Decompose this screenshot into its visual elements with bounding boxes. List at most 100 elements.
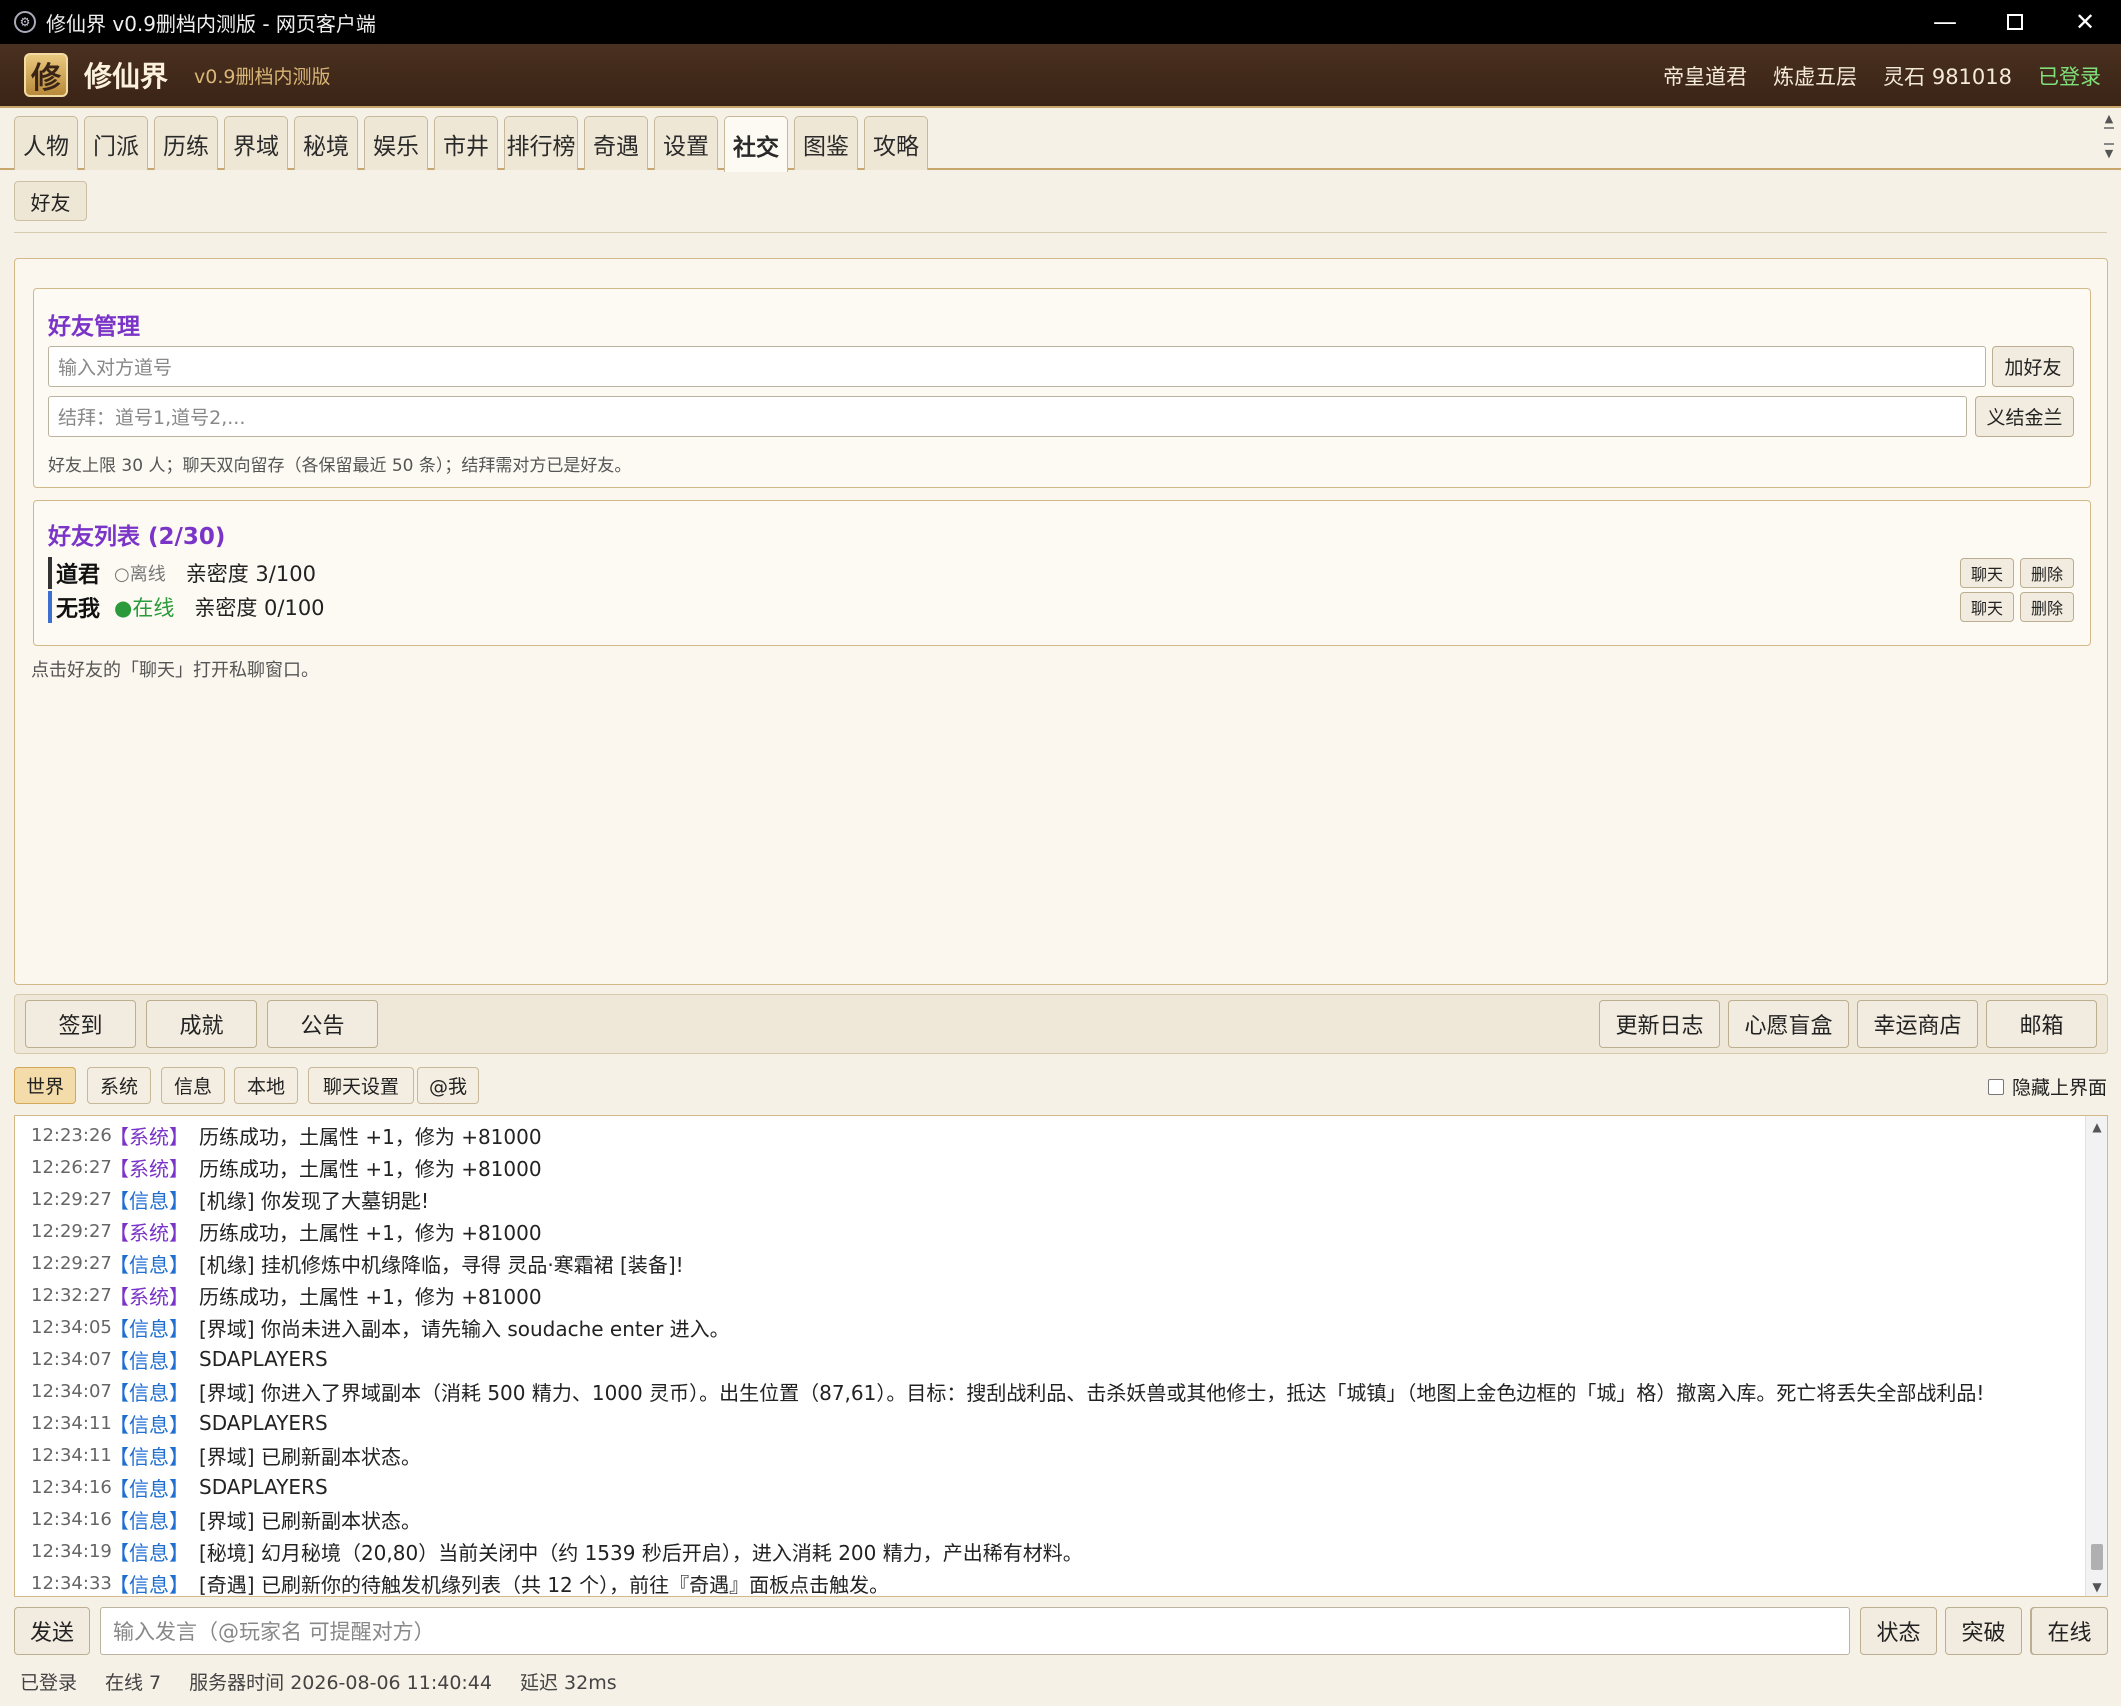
chat-tab-info[interactable]: 信息 — [161, 1067, 225, 1104]
chat-line: 12:29:27 【信息】 [机缘] 你发现了大墓钥匙! — [31, 1184, 429, 1214]
chat-tab-world[interactable]: 世界 — [14, 1067, 76, 1104]
chat-message: SDAPLAYERS — [199, 1411, 328, 1435]
chat-message: [机缘] 你发现了大墓钥匙! — [199, 1188, 429, 1213]
chat-button[interactable]: 聊天 — [1960, 592, 2014, 622]
chat-input[interactable]: 输入发言（@玩家名 可提醒对方） — [100, 1607, 1850, 1655]
chat-line: 12:34:16 【信息】 SDAPLAYERS — [31, 1472, 328, 1502]
chat-timestamp: 12:34:07 — [31, 1348, 112, 1370]
announcement-button[interactable]: 公告 — [267, 1000, 378, 1048]
tab-realm[interactable]: 界域 — [224, 116, 288, 170]
send-button[interactable]: 发送 — [14, 1607, 90, 1655]
brand-title: 修仙界 — [84, 60, 169, 93]
delete-button[interactable]: 删除 — [2020, 592, 2074, 622]
chat-line: 12:34:11 【信息】 SDAPLAYERS — [31, 1408, 328, 1438]
subtab-friends[interactable]: 好友 — [14, 181, 87, 221]
tab-character[interactable]: 人物 — [14, 116, 78, 170]
tab-leaderboard[interactable]: 排行榜 — [504, 116, 578, 170]
chat-line: 12:29:27 【系统】 历练成功，土属性 +1，修为 +81000 — [31, 1216, 542, 1246]
friend-status: ●在线 — [114, 596, 175, 620]
scroll-thumb[interactable] — [2091, 1544, 2103, 1570]
close-icon[interactable]: ✕ — [2050, 0, 2120, 44]
chat-channel-tag: 【系统】 — [109, 1156, 189, 1181]
hide-ui-checkbox[interactable] — [1987, 1078, 2004, 1095]
wish-box-button[interactable]: 心愿盲盒 — [1728, 1000, 1849, 1048]
sworn-button[interactable]: 义结金兰 — [1975, 396, 2074, 437]
mailbox-button[interactable]: 邮箱 — [1986, 1000, 2097, 1048]
chat-timestamp: 12:29:27 — [31, 1220, 112, 1242]
tab-entertainment[interactable]: 娱乐 — [364, 116, 428, 170]
main-tabbar: 人物 门派 历练 界域 秘境 娱乐 市井 排行榜 奇遇 设置 社交 图鉴 攻略 … — [0, 108, 2121, 172]
chat-line: 12:34:07 【信息】 SDAPLAYERS — [31, 1344, 328, 1374]
chat-message: SDAPLAYERS — [199, 1347, 328, 1371]
chat-message: 历练成功，土属性 +1，修为 +81000 — [199, 1124, 542, 1149]
friend-name: 无我 — [56, 597, 101, 622]
chat-channel-tag: 【信息】 — [109, 1252, 189, 1277]
chat-timestamp: 12:26:27 — [31, 1156, 112, 1178]
player-summary: 帝皇道君 炼虚五层 灵石 981018 已登录 — [1663, 44, 2101, 108]
tab-guide[interactable]: 攻略 — [864, 116, 928, 170]
delete-button[interactable]: 删除 — [2020, 558, 2074, 588]
changelog-button[interactable]: 更新日志 — [1599, 1000, 1720, 1048]
chat-channel-tag: 【系统】 — [109, 1220, 189, 1245]
scroll-up-icon[interactable]: ▲ — [2105, 112, 2113, 125]
chat-timestamp: 12:34:11 — [31, 1412, 112, 1434]
tab-codex[interactable]: 图鉴 — [794, 116, 858, 170]
tab-secret-realm[interactable]: 秘境 — [294, 116, 358, 170]
chat-message: [界域] 已刷新副本状态。 — [199, 1444, 421, 1469]
status-bar: 已登录 在线 7 服务器时间 2026-08-06 11:40:44 延迟 32… — [20, 1666, 617, 1696]
chat-line: 12:26:27 【系统】 历练成功，土属性 +1，修为 +81000 — [31, 1152, 542, 1182]
chat-tab-system[interactable]: 系统 — [87, 1067, 151, 1104]
chat-log[interactable]: 12:23:26 【系统】 历练成功，土属性 +1，修为 +81000 12:26:2… — [14, 1115, 2108, 1597]
maximize-icon[interactable] — [1980, 0, 2050, 44]
breakthrough-button[interactable]: 突破 — [1945, 1607, 2022, 1655]
chat-timestamp: 12:34:07 — [31, 1380, 112, 1402]
chat-message: 历练成功，土属性 +1，修为 +81000 — [199, 1156, 542, 1181]
app-icon: ⚙ — [14, 11, 36, 33]
chat-timestamp: 12:34:19 — [31, 1540, 112, 1562]
tab-settings[interactable]: 设置 — [654, 116, 718, 170]
tab-training[interactable]: 历练 — [154, 116, 218, 170]
add-friend-button[interactable]: 加好友 — [1992, 346, 2074, 387]
chat-channel-tag: 【信息】 — [109, 1380, 189, 1405]
tabbar-scroll[interactable]: ▲ ▼ — [2099, 112, 2119, 168]
achievement-button[interactable]: 成就 — [146, 1000, 257, 1048]
scroll-down-icon[interactable]: ▼ — [2105, 147, 2113, 160]
friend-management-title: 好友管理 — [48, 314, 140, 340]
friend-name: 道君 — [56, 563, 101, 588]
status-login: 已登录 — [20, 1671, 78, 1694]
scroll-down-icon[interactable]: ▼ — [2086, 1578, 2107, 1596]
chat-button[interactable]: 聊天 — [1960, 558, 2014, 588]
chat-message: [界域] 你进入了界域副本（消耗 500 精力、1000 灵币）。出生位置（87… — [199, 1380, 1985, 1405]
tab-market[interactable]: 市井 — [434, 116, 498, 170]
tab-encounter[interactable]: 奇遇 — [584, 116, 648, 170]
chat-input-bar: 发送 输入发言（@玩家名 可提醒对方） 状态 突破 排行 — [14, 1607, 2108, 1655]
chat-message: [奇遇] 已刷新你的待触发机缘列表（共 12 个），前往『奇遇』面板点击触发。 — [199, 1572, 890, 1597]
lucky-shop-button[interactable]: 幸运商店 — [1857, 1000, 1978, 1048]
minimize-icon[interactable]: — — [1910, 0, 1980, 44]
chat-tab-settings[interactable]: 聊天设置 — [308, 1067, 414, 1104]
status-button[interactable]: 状态 — [1860, 1607, 1937, 1655]
online-button[interactable]: 在线 — [2031, 1607, 2108, 1655]
chat-line: 12:34:33 【信息】 [奇遇] 已刷新你的待触发机缘列表（共 12 个），前往… — [31, 1568, 889, 1597]
chat-tab-mentions[interactable]: @我 — [417, 1067, 479, 1104]
tab-social[interactable]: 社交 — [724, 116, 788, 172]
sworn-input[interactable]: 结拜：道号1,道号2,... — [48, 396, 1967, 437]
chat-tab-local[interactable]: 本地 — [234, 1067, 298, 1104]
chat-timestamp: 12:23:26 — [31, 1124, 112, 1146]
add-friend-input[interactable]: 输入对方道号 — [48, 346, 1986, 387]
app-header: 修 修仙界 v0.9删档内测版 帝皇道君 炼虚五层 灵石 981018 已登录 — [0, 44, 2121, 108]
chat-message: 历练成功，土属性 +1，修为 +81000 — [199, 1220, 542, 1245]
status-latency: 延迟 32ms — [520, 1671, 617, 1694]
player-realm: 炼虚五层 — [1773, 65, 1858, 89]
hide-ui-toggle[interactable]: 隐藏上界面 — [1987, 1073, 2107, 1100]
status-server-time: 服务器时间 2026-08-06 11:40:44 — [189, 1671, 492, 1694]
version-label: v0.9删档内测版 — [194, 65, 331, 88]
social-panel: 好友管理 输入对方道号 加好友 结拜：道号1,道号2,... 义结金兰 好友上限… — [14, 258, 2108, 985]
chat-scrollbar[interactable]: ▲ ▼ — [2085, 1116, 2107, 1596]
tab-sect[interactable]: 门派 — [84, 116, 148, 170]
chat-timestamp: 12:34:33 — [31, 1572, 112, 1594]
checkin-button[interactable]: 签到 — [25, 1000, 136, 1048]
chat-timestamp: 12:34:05 — [31, 1316, 112, 1338]
window-title: 修仙界 v0.9删档内测版 - 网页客户端 — [46, 11, 376, 36]
scroll-up-icon[interactable]: ▲ — [2086, 1118, 2107, 1136]
